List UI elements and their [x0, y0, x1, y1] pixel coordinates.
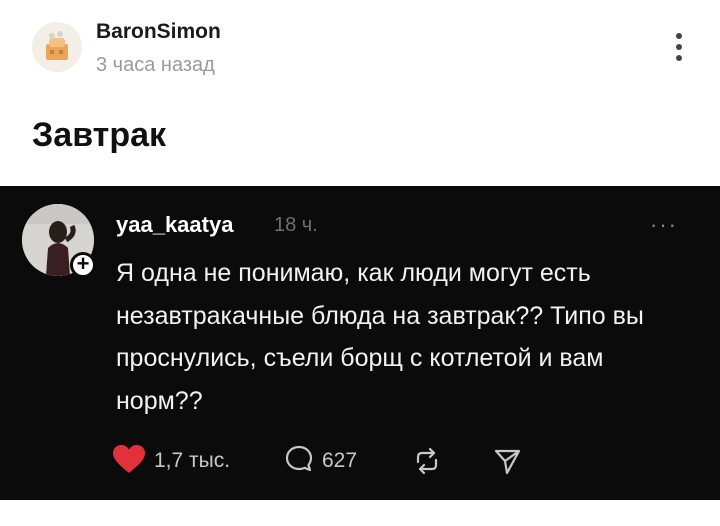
author-name[interactable]: BaronSimon [96, 20, 221, 44]
reply-count: 627 [322, 449, 358, 472]
comment-bubble-icon [284, 444, 314, 479]
post-header: BaronSimon 3 часа назад [0, 0, 720, 100]
like-button[interactable]: 1,7 тыс. [112, 444, 230, 478]
like-count: 1,7 тыс. [154, 449, 231, 472]
more-options-icon[interactable]: ··· [650, 212, 678, 238]
repost-icon[interactable] [412, 444, 442, 478]
heart-icon [112, 444, 146, 479]
comment-username[interactable]: yaa_kaatya [116, 212, 233, 238]
post-time: 3 часа назад [96, 54, 215, 76]
author-avatar[interactable] [32, 22, 82, 72]
post-title: Завтрак [32, 116, 167, 154]
reply-button[interactable]: 627 [284, 444, 357, 478]
embedded-comment-card: + yaa_kaatya 18 ч. ··· Я одна не понимаю… [0, 186, 720, 500]
bottom-divider [0, 500, 720, 526]
share-icon[interactable] [492, 444, 522, 478]
follow-plus-icon[interactable]: + [70, 252, 96, 278]
kebab-menu-icon[interactable] [664, 30, 694, 66]
comment-time: 18 ч. [274, 214, 318, 236]
comment-text: Я одна не понимаю, как люди могут есть н… [116, 259, 644, 415]
comment-actions: 1,7 тыс. 627 [112, 444, 552, 478]
